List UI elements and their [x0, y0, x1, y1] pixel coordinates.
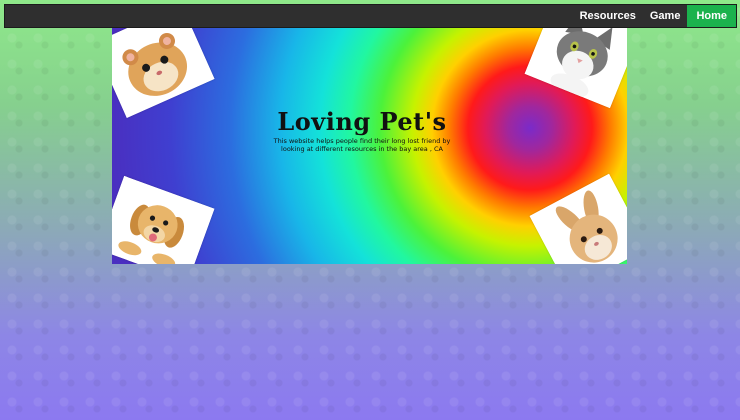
site-title: Loving Pet's — [277, 107, 447, 136]
hero-banner: Loving Pet's This website helps people f… — [112, 28, 627, 264]
top-navbar: Resources Game Home — [4, 4, 737, 28]
cat-photo — [524, 28, 627, 109]
nav-resources-link[interactable]: Resources — [573, 5, 643, 27]
nav-menu: Resources Game Home — [573, 5, 736, 27]
rabbit-photo — [529, 173, 627, 264]
site-description: This website helps people find their lon… — [273, 137, 451, 153]
rabbit-image — [529, 173, 627, 264]
nav-home-link[interactable]: Home — [687, 5, 736, 27]
puppy-photo — [112, 175, 215, 264]
puppy-image — [112, 175, 215, 264]
nav-game-link[interactable]: Game — [643, 5, 688, 27]
hamster-photo — [112, 28, 215, 118]
hamster-image — [112, 28, 215, 118]
cat-image — [524, 28, 627, 109]
hero-title-block: Loving Pet's This website helps people f… — [272, 107, 452, 154]
